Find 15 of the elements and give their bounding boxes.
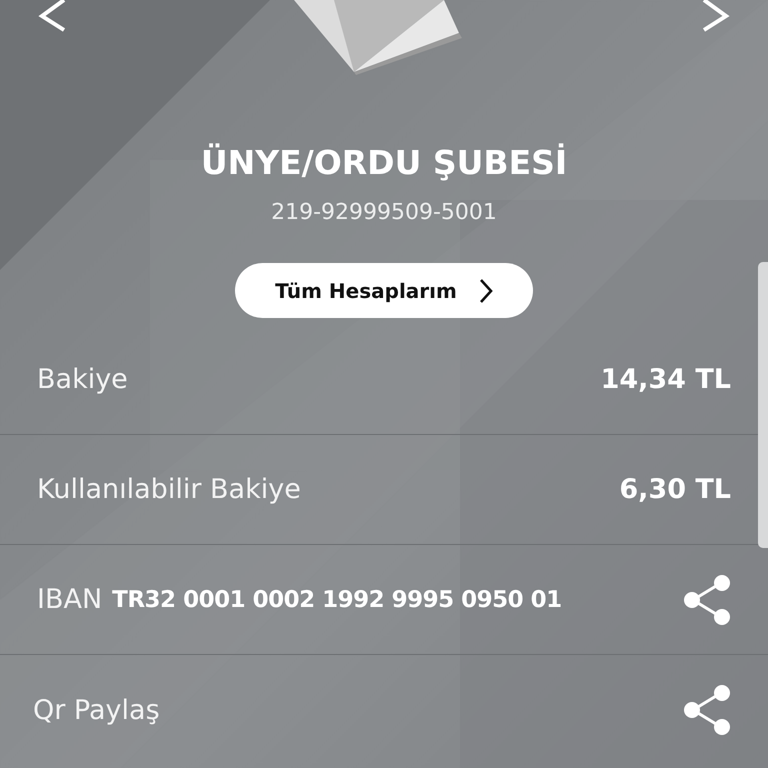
amount-value: 14,34 TL xyxy=(600,364,731,395)
row-label: Qr Paylaş xyxy=(33,694,160,726)
row-label: Bakiye xyxy=(37,364,128,395)
all-accounts-button[interactable]: Tüm Hesaplarım xyxy=(235,263,533,318)
share-icon[interactable] xyxy=(683,574,731,626)
iban-value: TR32 0001 0002 1992 9995 0950 01 xyxy=(112,586,562,612)
amount-value: 6,30 TL xyxy=(619,474,731,505)
row-label: IBAN xyxy=(37,584,102,615)
chevron-icon xyxy=(478,278,493,304)
share-icon[interactable] xyxy=(683,684,731,736)
row-label: Kullanılabilir Bakiye xyxy=(37,474,301,505)
forward-chevron-icon[interactable] xyxy=(700,0,730,32)
account-number: 219-92999509-5001 xyxy=(271,199,497,227)
branch-name: ÜNYE/ORDU ŞUBESİ xyxy=(200,143,568,183)
back-chevron-icon[interactable] xyxy=(38,0,68,32)
